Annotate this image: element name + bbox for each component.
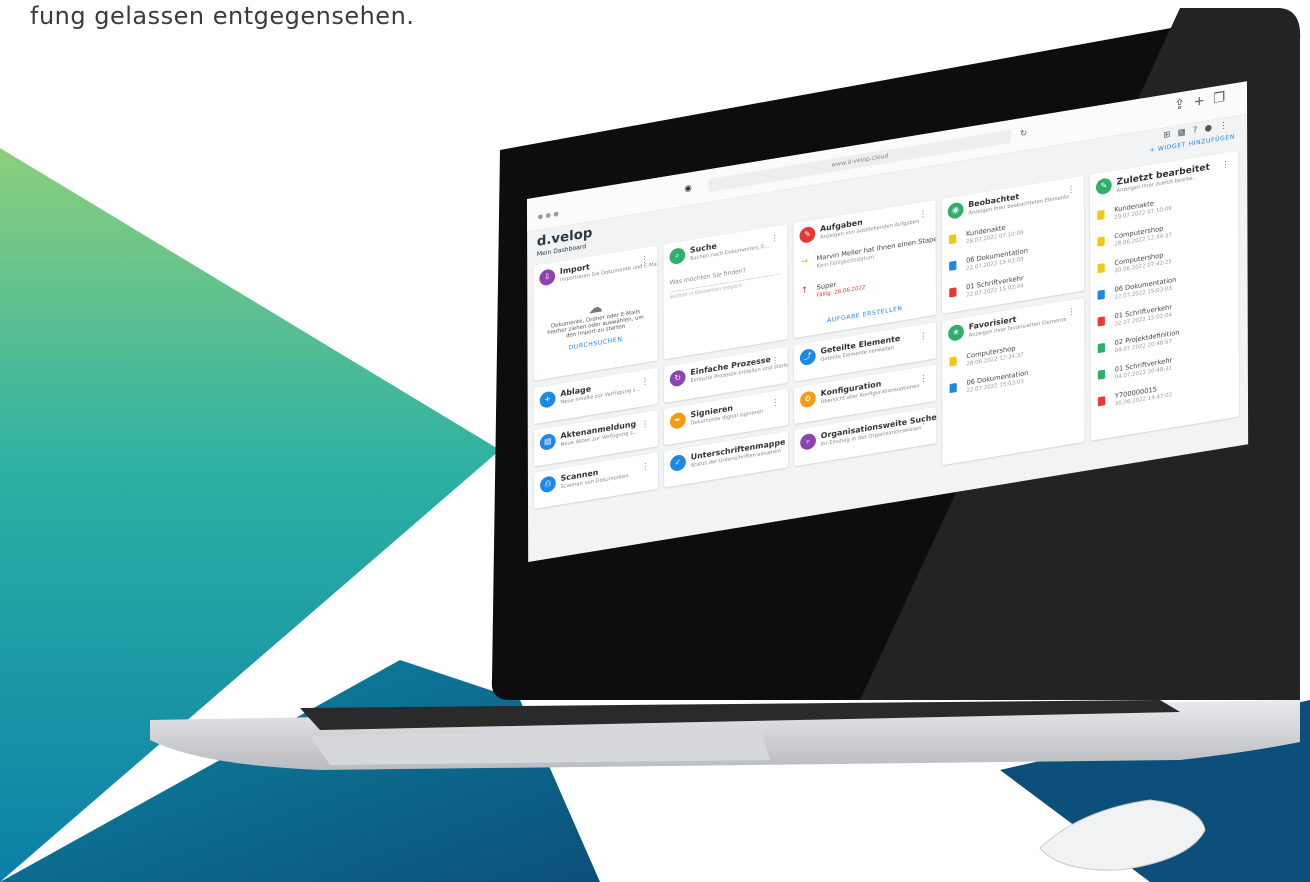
folder-icon [1097,209,1105,221]
folder-icon [1097,263,1105,274]
share-icon: ⤴ [799,347,816,367]
browser-actions: ⇪+❐ [1174,88,1234,113]
browser-window: ◉ www.d-velop.cloud ↻ ⇪+❐ d.velop Mein D… [527,81,1249,562]
more-icon[interactable]: ⋮ [641,376,650,387]
import-icon: ⇩ [539,268,556,287]
more-icon[interactable]: ⋮ [919,415,928,426]
star-icon: ★ [948,323,964,342]
pen-icon: ✒ [669,411,686,430]
folder-icon [949,356,957,367]
search-icon: ⌕ [800,432,816,451]
shield-icon[interactable]: ◉ [684,183,691,194]
folder-icon [1097,236,1105,247]
caption-text: fung gelassen entgegensehen. [30,2,415,30]
arrow-up-icon: ↑ [800,284,809,296]
arrow-right-icon: → [800,255,808,267]
laptop-screen: ◉ www.d-velop.cloud ↻ ⇪+❐ d.velop Mein D… [487,5,1310,705]
feature-icon[interactable]: ▦ [1178,126,1193,138]
scan-icon: ⎙ [540,475,556,494]
widget-zuletzt-bearbeitet[interactable]: ✎ Zuletzt bearbeitet Anzeigen Ihrer zule… [1089,150,1239,441]
widget-favorisiert[interactable]: ★ Favorisiert Anzeigen Ihrer favorisiert… [942,297,1085,466]
more-icon[interactable]: ⋮ [919,373,928,384]
sheet-icon [1097,369,1106,380]
sheet-icon [1097,342,1105,354]
more-icon[interactable]: ⋮ [1067,184,1076,195]
check-icon: ✓ [670,453,686,473]
more-icon[interactable]: ⋮ [640,254,649,265]
more-icon[interactable]: ⋮ [770,233,779,244]
eye-icon: ◉ [947,201,964,220]
reload-icon[interactable]: ↻ [1020,128,1027,139]
plus-icon[interactable]: + [1194,92,1214,110]
apps-grid-icon[interactable]: ⊞ [1163,128,1177,140]
more-icon[interactable]: ⋮ [641,419,650,430]
more-icon[interactable]: ⋮ [771,397,780,408]
widget-import[interactable]: ⇩ Import Importieren Sie Dokumente und E… [533,245,658,381]
widget-aufgaben[interactable]: ✎ Aufgaben Anzeigen von ausstehenden Auf… [793,199,936,339]
pdf-icon [1097,396,1106,407]
help-icon[interactable]: ? [1193,124,1205,136]
doc-icon [1097,289,1105,300]
process-icon: ↻ [669,369,686,388]
doc-icon [949,260,957,271]
plus-icon: + [539,390,556,409]
more-icon[interactable]: ⋮ [1219,119,1235,131]
gear-icon: ⚙ [800,390,816,409]
more-icon[interactable]: ⋮ [919,331,928,342]
more-icon[interactable]: ⋮ [771,355,780,366]
more-icon[interactable]: ⋮ [919,209,928,220]
widget-beobachtet[interactable]: ◉ Beobachtet Anzeigen Ihrer beobachteten… [941,175,1085,314]
tasks-icon: ✎ [799,225,816,244]
drop-zone[interactable]: ☁ Dokumente, Ordner oder E-Mails hierher… [546,291,646,355]
folder-icon [949,234,957,245]
user-icon[interactable]: ● [1205,121,1220,133]
tabs-icon[interactable]: ❐ [1213,88,1233,106]
more-icon[interactable]: ⋮ [1221,159,1230,170]
more-icon[interactable]: ⋮ [641,461,650,472]
file-icon: ▤ [539,432,556,452]
window-controls[interactable] [537,207,562,222]
more-icon[interactable]: ⋮ [771,440,780,451]
pdf-icon [1097,316,1105,327]
widget-suche[interactable]: ⌕ Suche Suchen nach Dokumenten, E... ⋮ W… [663,224,788,360]
search-icon: ⌕ [669,246,686,266]
more-icon[interactable]: ⋮ [1067,307,1076,318]
doc-icon [949,382,957,394]
pdf-icon [949,287,957,298]
share-icon[interactable]: ⇪ [1174,95,1194,113]
edit-icon: ✎ [1095,177,1112,196]
